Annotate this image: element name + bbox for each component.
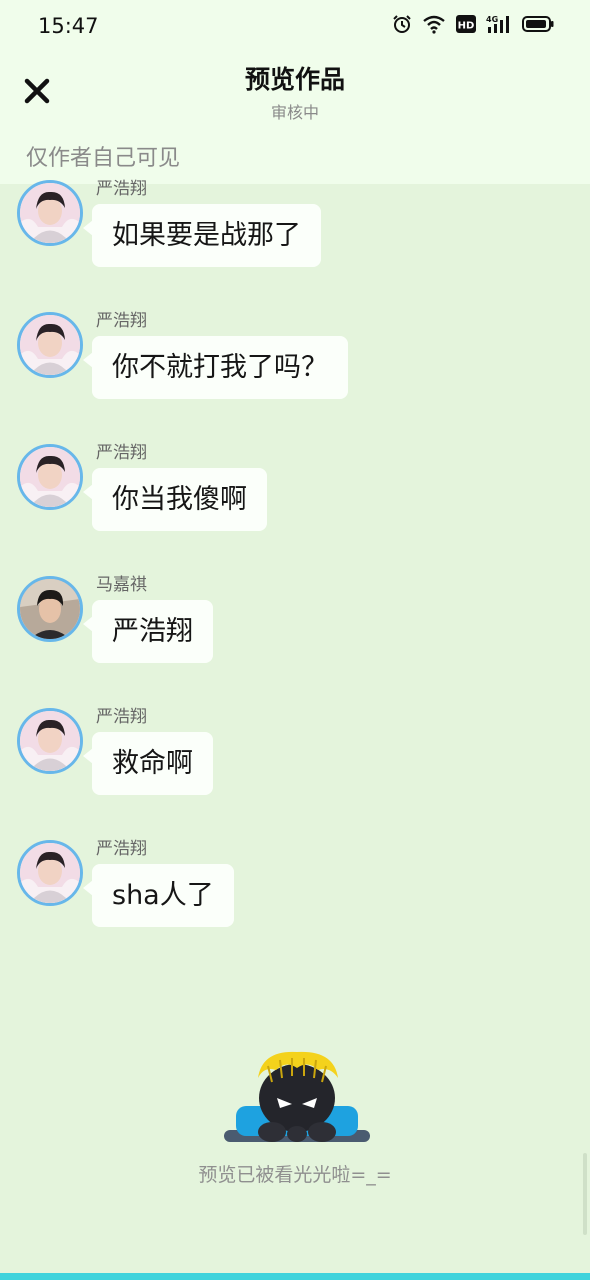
message-bubble[interactable]: 如果要是战那了 bbox=[83, 204, 321, 267]
page-title: 预览作品 bbox=[244, 65, 345, 94]
hd-label: HD bbox=[458, 21, 475, 32]
visibility-note: 仅作者自己可见 bbox=[26, 146, 181, 171]
avatar-image bbox=[20, 183, 80, 243]
avatar-image bbox=[20, 711, 80, 771]
avatar-image bbox=[20, 315, 80, 375]
sender-name: 严浩翔 bbox=[96, 707, 147, 727]
sender-name: 严浩翔 bbox=[96, 839, 147, 859]
sender-name: 严浩翔 bbox=[96, 311, 147, 331]
message-bubble[interactable]: sha人了 bbox=[83, 864, 234, 927]
network-label: 4G bbox=[486, 15, 498, 24]
avatar-image bbox=[20, 579, 80, 639]
sender-name: 马嘉祺 bbox=[96, 575, 147, 595]
avatar[interactable] bbox=[17, 840, 83, 906]
alarm-icon bbox=[393, 15, 411, 33]
sender-name: 严浩翔 bbox=[96, 443, 147, 463]
end-of-preview-text: 预览已被看光光啦=_= bbox=[198, 1164, 392, 1186]
avatar-image bbox=[20, 843, 80, 903]
battery-icon bbox=[522, 16, 554, 32]
message-bubble[interactable]: 救命啊 bbox=[83, 732, 213, 795]
avatar[interactable] bbox=[17, 576, 83, 642]
4g-signal-icon: 4G bbox=[486, 15, 509, 33]
status-bar: 15:47 HD 4G bbox=[0, 0, 590, 52]
scrollbar[interactable] bbox=[583, 1153, 587, 1235]
status-icons: HD 4G bbox=[392, 14, 554, 34]
peeking-mascot-icon bbox=[224, 1051, 370, 1142]
bottom-accent-bar bbox=[0, 1273, 590, 1280]
header: 预览作品 审核中 仅作者自己可见 bbox=[0, 52, 590, 184]
message-bubble[interactable]: 你不就打我了吗？ bbox=[83, 336, 348, 399]
message-bubble[interactable]: 你当我傻啊 bbox=[83, 468, 267, 531]
hd-icon: HD bbox=[456, 15, 476, 33]
message-bubble[interactable]: 严浩翔 bbox=[83, 600, 213, 663]
avatar[interactable] bbox=[17, 444, 83, 510]
avatar-image bbox=[20, 447, 80, 507]
sender-name: 严浩翔 bbox=[96, 179, 147, 199]
wifi-icon bbox=[423, 15, 445, 34]
avatar[interactable] bbox=[17, 708, 83, 774]
avatar[interactable] bbox=[17, 180, 83, 246]
avatar[interactable] bbox=[17, 312, 83, 378]
status-time: 15:47 bbox=[38, 14, 99, 38]
review-status: 审核中 bbox=[270, 103, 319, 122]
